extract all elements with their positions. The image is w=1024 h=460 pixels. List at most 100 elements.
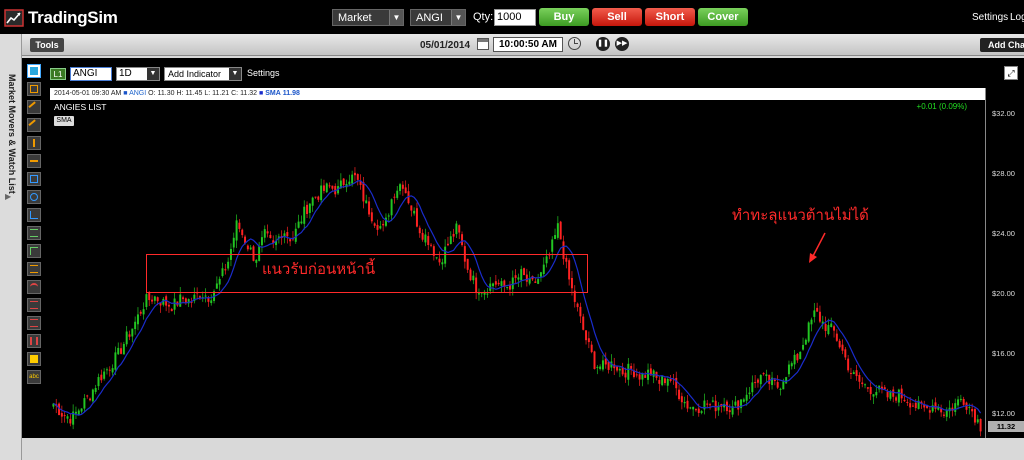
candle-body xyxy=(424,234,427,243)
ray-tool-icon[interactable] xyxy=(27,118,41,132)
price-plot[interactable]: ANGIES LIST SMA +0.01 (0.09%) แนวรับก่อน… xyxy=(50,100,985,438)
candle-body xyxy=(356,174,359,180)
add-indicator-select[interactable]: Add Indicator ▼ xyxy=(164,67,242,81)
candle-body xyxy=(773,379,776,381)
expand-arrow-icon[interactable]: ▶ xyxy=(5,192,11,201)
candle-body xyxy=(246,245,249,250)
candle-body xyxy=(618,368,621,371)
fib-fan-tool-icon[interactable] xyxy=(27,298,41,312)
candle-body xyxy=(754,382,757,384)
candle-body xyxy=(807,322,810,342)
candle-body xyxy=(759,375,762,385)
chevron-down-icon: ▼ xyxy=(451,10,465,25)
crosshair-tool-icon[interactable] xyxy=(27,82,41,96)
candle-body xyxy=(69,418,72,424)
price-axis[interactable]: $32.00 $28.00 $24.00 $20.00 $16.00 $12.00 11.… xyxy=(985,88,1024,438)
gann-tool-icon[interactable] xyxy=(27,316,41,330)
trendline-tool-icon[interactable] xyxy=(27,100,41,114)
candle-body xyxy=(971,408,974,412)
candle-body xyxy=(300,221,303,224)
candle-body xyxy=(297,221,300,228)
candle-body xyxy=(776,382,779,388)
candle-body xyxy=(331,185,334,189)
fast-forward-icon[interactable]: ▶▶ xyxy=(615,37,629,51)
candle-body xyxy=(446,243,449,246)
buy-button[interactable]: Buy xyxy=(539,8,589,26)
candle-body xyxy=(787,364,790,375)
candle-body xyxy=(700,411,703,413)
candle-body xyxy=(320,185,323,201)
qty-input[interactable]: 1000 xyxy=(494,9,536,26)
layout-badge[interactable]: L1 xyxy=(50,68,66,80)
candle-body xyxy=(122,343,125,355)
cover-button[interactable]: Cover xyxy=(698,8,748,26)
sim-time-field[interactable]: 10:00:50 AM xyxy=(493,37,563,52)
triangle-tool-icon[interactable] xyxy=(27,208,41,222)
open-value: 11.30 xyxy=(157,90,175,97)
candle-body xyxy=(97,377,100,387)
sell-button[interactable]: Sell xyxy=(592,8,642,26)
symbol-select[interactable]: ANGI ▼ xyxy=(410,9,466,26)
candle-body xyxy=(864,384,867,386)
candle-body xyxy=(728,410,731,413)
candle-body xyxy=(269,234,272,238)
candle-body xyxy=(182,297,185,300)
pointer-tool-icon[interactable] xyxy=(27,64,41,78)
candle-body xyxy=(235,220,238,241)
bars-tool-icon[interactable] xyxy=(27,334,41,348)
high-label: H: xyxy=(176,90,184,97)
candle-body xyxy=(911,405,914,407)
candle-body xyxy=(401,184,404,189)
app-logo[interactable]: TradingSim xyxy=(4,8,118,28)
rectangle-tool-icon[interactable] xyxy=(27,172,41,186)
short-button[interactable]: Short xyxy=(645,8,695,26)
pause-icon[interactable]: ❚❚ xyxy=(596,37,610,51)
candle-body xyxy=(370,212,373,222)
ellipse-tool-icon[interactable] xyxy=(27,190,41,204)
candle-body xyxy=(418,227,421,234)
add-chart-button[interactable]: Add Chart xyxy=(980,38,1024,52)
candle-body xyxy=(835,333,838,341)
logout-link[interactable]: Log xyxy=(1010,12,1024,23)
timeframe-select[interactable]: 1D ▼ xyxy=(116,67,160,81)
clock-icon[interactable] xyxy=(568,37,581,50)
chart-symbol-input[interactable]: ANGI xyxy=(70,67,112,81)
channel-tool-icon[interactable] xyxy=(27,226,41,240)
candle-body xyxy=(461,234,464,246)
settings-link[interactable]: Settings xyxy=(972,12,1008,23)
timeframe-value: 1D xyxy=(119,68,132,79)
add-indicator-label: Add Indicator xyxy=(168,69,222,79)
chart-settings-link[interactable]: Settings xyxy=(247,68,280,78)
expand-icon[interactable]: ⤢ xyxy=(1004,66,1018,80)
horizontal-line-tool-icon[interactable] xyxy=(27,154,41,168)
candle-body xyxy=(824,323,827,332)
close-value: 11.32 xyxy=(240,90,258,97)
chart-header: L1 ANGI 1D ▼ Add Indicator ▼ Settings ⤢ xyxy=(46,58,1024,88)
text-tool-icon[interactable]: abc xyxy=(27,370,41,384)
candle-body xyxy=(379,226,382,229)
candle-body xyxy=(153,296,156,301)
candle-body xyxy=(145,294,148,307)
sma-legend-badge[interactable]: SMA xyxy=(54,116,74,126)
ohlc-info-bar: 2014-05-01 09:30 AM ■ ANGI O: 11.30 H: 1… xyxy=(50,88,985,100)
vertical-line-tool-icon[interactable] xyxy=(27,136,41,150)
fibonacci-tool-icon[interactable] xyxy=(27,262,41,276)
candle-body xyxy=(103,371,106,379)
candle-body xyxy=(641,373,644,380)
candle-body xyxy=(942,414,945,416)
candle-body xyxy=(827,325,830,334)
candle-body xyxy=(697,408,700,413)
pitchfork-tool-icon[interactable] xyxy=(27,244,41,258)
price-change: +0.01 (0.09%) xyxy=(916,102,967,111)
candle-body xyxy=(596,366,599,368)
candle-body xyxy=(317,196,320,200)
calendar-icon[interactable] xyxy=(477,38,489,50)
pencil-tool-icon[interactable] xyxy=(27,352,41,366)
candle-body xyxy=(94,388,97,392)
tools-button[interactable]: Tools xyxy=(30,38,64,52)
candle-body xyxy=(134,321,137,330)
market-movers-panel[interactable]: Market Movers & Watch List ▶ xyxy=(0,34,22,460)
fib-arc-tool-icon[interactable] xyxy=(27,280,41,294)
order-type-select[interactable]: Market ▼ xyxy=(332,9,404,26)
candle-body xyxy=(748,392,751,395)
